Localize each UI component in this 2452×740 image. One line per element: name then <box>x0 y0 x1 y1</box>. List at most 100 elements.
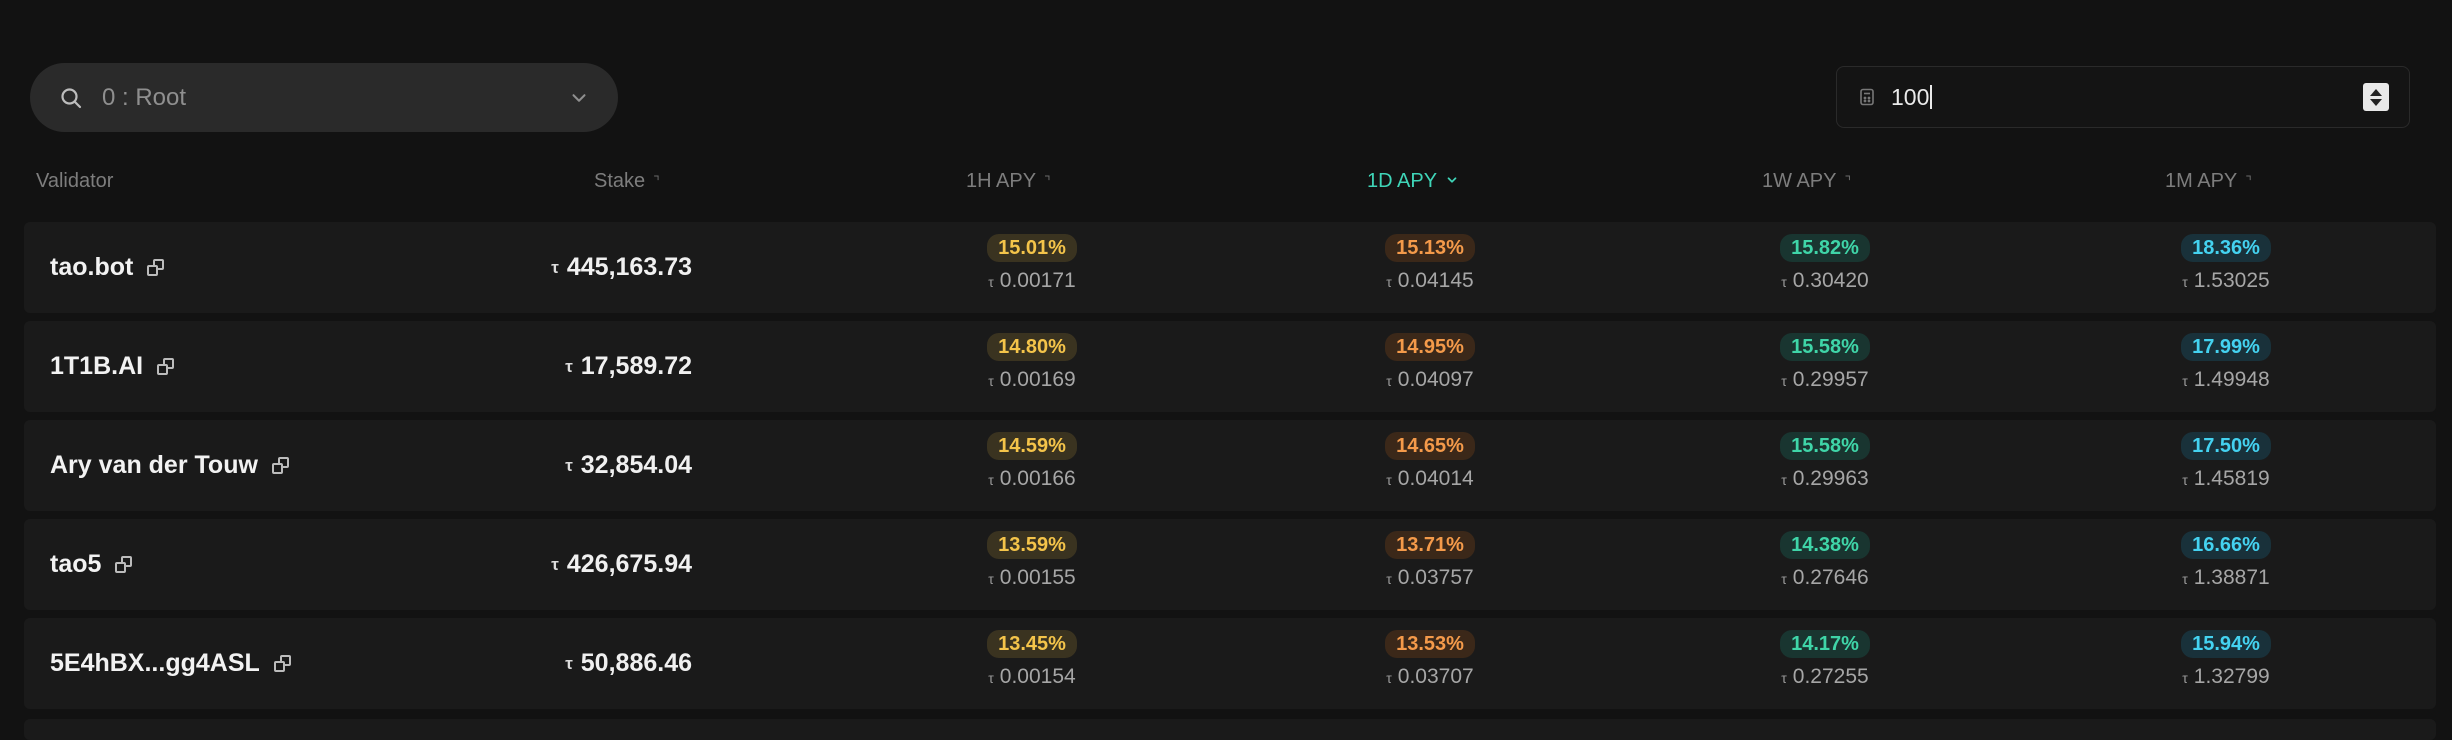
apy-1m-cell: 17.50% τ 1.45819 <box>2116 432 2336 491</box>
stake-cell: τ 50,886.46 <box>565 618 692 709</box>
column-header-1w-apy[interactable]: 1W APY ⌝ <box>1762 170 1851 193</box>
apy-1m-percent: 16.66% <box>2181 531 2271 559</box>
subnet-select-label: 0 : Root <box>102 83 187 111</box>
tao-symbol: τ <box>565 356 573 376</box>
stake-value: 32,854.04 <box>580 451 692 479</box>
apy-1w-earnings: τ 0.30420 <box>1781 269 1869 292</box>
apy-1d-earnings: τ 0.03707 <box>1386 665 1474 688</box>
tao-symbol: τ <box>551 554 559 574</box>
chevron-down-icon <box>568 87 590 109</box>
apy-1d-percent: 14.95% <box>1385 333 1475 361</box>
stake-cell: τ 32,854.04 <box>565 420 692 511</box>
apy-1w-cell: 14.17% τ 0.27255 <box>1715 630 1935 689</box>
tao-symbol: τ <box>565 653 573 673</box>
validator-name-cell[interactable]: Ary van der Touw <box>50 420 290 511</box>
apy-1m-earnings: τ 1.45819 <box>2182 467 2270 490</box>
table-row[interactable]: 5E4hBX...gg4ASL τ 50,886.46 13.45% τ 0.00… <box>24 618 2436 709</box>
validator-name[interactable]: 1T1B.AI <box>50 352 143 381</box>
tao-symbol: τ <box>565 455 573 475</box>
apy-1h-earnings: τ 0.00155 <box>988 566 1076 589</box>
column-header-1h-apy[interactable]: 1H APY ⌝ <box>966 170 1051 193</box>
apy-1m-earnings: τ 1.38871 <box>2182 566 2270 589</box>
apy-1w-cell: 15.82% τ 0.30420 <box>1715 234 1935 293</box>
validator-name-cell[interactable]: tao5 <box>50 519 133 610</box>
apy-1h-earnings: τ 0.00171 <box>988 269 1076 292</box>
stake-cell: τ 17,589.72 <box>565 321 692 412</box>
copy-icon[interactable] <box>157 357 175 376</box>
apy-1m-cell: 15.94% τ 1.32799 <box>2116 630 2336 689</box>
table-row[interactable]: 1T1B.AI τ 17,589.72 14.80% τ 0.00169 14.9… <box>24 321 2436 412</box>
apy-1m-earnings: τ 1.32799 <box>2182 665 2270 688</box>
table-row[interactable]: tao.bot τ 445,163.73 15.01% τ 0.00171 15.… <box>24 222 2436 313</box>
subnet-select[interactable]: 0 : Root <box>30 63 618 132</box>
validator-name[interactable]: tao.bot <box>50 253 133 282</box>
apy-1m-earnings: τ 1.49948 <box>2182 368 2270 391</box>
apy-1d-cell: 13.71% τ 0.03757 <box>1320 531 1540 590</box>
increment-icon[interactable] <box>2370 88 2382 96</box>
decrement-icon[interactable] <box>2370 98 2382 106</box>
stake-amount-value[interactable]: 100 <box>1891 84 2363 111</box>
validator-name[interactable]: tao5 <box>50 550 101 579</box>
stake-value: 17,589.72 <box>580 352 692 380</box>
validator-name-cell[interactable]: 5E4hBX...gg4ASL <box>50 618 292 709</box>
apy-1d-cell: 14.65% τ 0.04014 <box>1320 432 1540 491</box>
stake-amount-input[interactable]: 100 <box>1836 66 2410 128</box>
apy-1m-cell: 17.99% τ 1.49948 <box>2116 333 2336 392</box>
apy-1h-cell: 14.80% τ 0.00169 <box>922 333 1142 392</box>
apy-1d-cell: 15.13% τ 0.04145 <box>1320 234 1540 293</box>
apy-1m-percent: 17.50% <box>2181 432 2271 460</box>
apy-1d-earnings: τ 0.03757 <box>1386 566 1474 589</box>
apy-1h-cell: 13.59% τ 0.00155 <box>922 531 1142 590</box>
apy-1w-cell: 14.38% τ 0.27646 <box>1715 531 1935 590</box>
apy-1h-cell: 13.45% τ 0.00154 <box>922 630 1142 689</box>
apy-1w-percent: 15.58% <box>1780 432 1870 460</box>
column-header-stake[interactable]: Stake ⌝ <box>594 170 660 193</box>
column-header-validator[interactable]: Validator <box>36 170 113 193</box>
apy-1h-earnings: τ 0.00154 <box>988 665 1076 688</box>
copy-icon[interactable] <box>115 555 133 574</box>
apy-1d-earnings: τ 0.04097 <box>1386 368 1474 391</box>
stake-value: 426,675.94 <box>566 550 692 578</box>
stake-value: 50,886.46 <box>580 649 692 677</box>
apy-1h-percent: 13.45% <box>987 630 1077 658</box>
calculator-icon <box>1857 87 1877 107</box>
table-row[interactable]: tao5 τ 426,675.94 13.59% τ 0.00155 13.71%… <box>24 519 2436 610</box>
apy-1m-cell: 16.66% τ 1.38871 <box>2116 531 2336 590</box>
apy-1h-percent: 14.59% <box>987 432 1077 460</box>
apy-1d-percent: 14.65% <box>1385 432 1475 460</box>
sort-icon: ⌝ <box>2245 173 2252 189</box>
validator-name-cell[interactable]: tao.bot <box>50 222 165 313</box>
amount-stepper[interactable] <box>2363 83 2389 111</box>
sort-icon: ⌝ <box>1844 173 1852 189</box>
validator-name-cell[interactable]: 1T1B.AI <box>50 321 175 412</box>
apy-1h-cell: 15.01% τ 0.00171 <box>922 234 1142 293</box>
apy-1h-cell: 14.59% τ 0.00166 <box>922 432 1142 491</box>
copy-icon[interactable] <box>271 456 290 475</box>
apy-1m-percent: 17.99% <box>2181 333 2271 361</box>
validator-name[interactable]: 5E4hBX...gg4ASL <box>50 649 260 678</box>
apy-1w-percent: 14.17% <box>1780 630 1870 658</box>
validator-name[interactable]: Ary van der Touw <box>50 451 258 480</box>
apy-1h-percent: 14.80% <box>987 333 1077 361</box>
column-header-1d-apy[interactable]: 1D APY <box>1367 170 1459 193</box>
apy-1d-cell: 14.95% τ 0.04097 <box>1320 333 1540 392</box>
apy-1m-earnings: τ 1.53025 <box>2182 269 2270 292</box>
apy-1w-earnings: τ 0.29957 <box>1781 368 1869 391</box>
stake-value: 445,163.73 <box>566 253 692 281</box>
copy-icon[interactable] <box>147 258 165 277</box>
table-row[interactable] <box>24 719 2436 740</box>
stake-cell: τ 445,163.73 <box>551 222 692 313</box>
apy-1w-earnings: τ 0.29963 <box>1781 467 1869 490</box>
sort-icon: ⌝ <box>653 173 660 189</box>
apy-1d-percent: 13.53% <box>1385 630 1475 658</box>
chevron-down-icon <box>1445 170 1459 193</box>
apy-1h-percent: 15.01% <box>987 234 1077 262</box>
apy-1d-earnings: τ 0.04014 <box>1386 467 1474 490</box>
apy-1h-earnings: τ 0.00169 <box>988 368 1076 391</box>
sort-icon: ⌝ <box>1044 173 1051 189</box>
apy-1m-cell: 18.36% τ 1.53025 <box>2116 234 2336 293</box>
column-header-1m-apy[interactable]: 1M APY ⌝ <box>2165 170 2252 193</box>
apy-1w-cell: 15.58% τ 0.29957 <box>1715 333 1935 392</box>
copy-icon[interactable] <box>273 654 292 673</box>
table-row[interactable]: Ary van der Touw τ 32,854.04 14.59% τ 0.0… <box>24 420 2436 511</box>
